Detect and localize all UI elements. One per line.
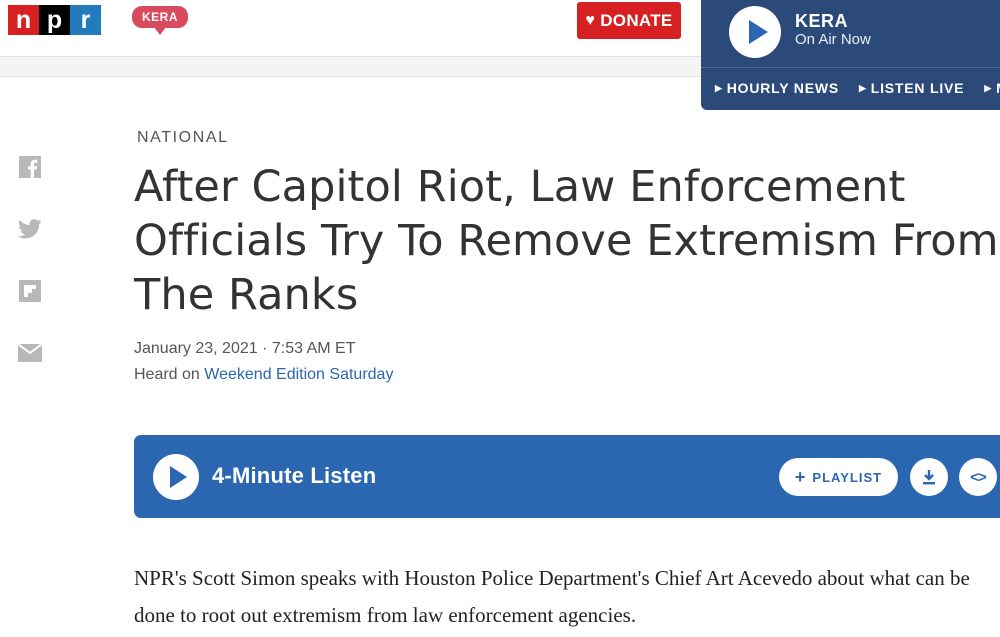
more-link-label: M [996, 80, 1000, 96]
embed-button[interactable]: <> [959, 458, 997, 496]
hourly-news-link[interactable]: ▶ HOURLY NEWS [715, 80, 839, 96]
heard-on-line: Heard on Weekend Edition Saturday [134, 366, 393, 384]
audio-title: 4-Minute Listen [212, 463, 377, 488]
player-divider [701, 67, 1000, 68]
npr-logo-p: p [39, 5, 70, 35]
article-teaser: NPR's Scott Simon speaks with Houston Po… [134, 566, 970, 627]
plus-icon: + [794, 467, 807, 487]
twitter-icon[interactable] [18, 217, 42, 241]
facebook-icon[interactable] [18, 155, 42, 179]
section-kicker[interactable]: NATIONAL [137, 129, 229, 147]
on-air-station: KERA [795, 11, 849, 31]
audio-module: 4-Minute Listen + PLAYLIST <> [134, 435, 1000, 518]
donate-label: DONATE [600, 10, 673, 30]
on-air-player: KERA On Air Now ▶ HOURLY NEWS ▶ LISTEN LIV… [701, 0, 1000, 110]
npr-logo[interactable]: n p r [8, 5, 101, 35]
article-headline: After Capitol Riot, Law Enforcement Offi… [134, 162, 999, 320]
listen-live-label: LISTEN LIVE [870, 80, 965, 96]
npr-logo-n: n [8, 5, 39, 35]
donate-button[interactable]: ♥ DONATE [577, 2, 681, 39]
play-arrow-icon: ▶ [859, 83, 867, 93]
more-link[interactable]: ▶M [984, 80, 1000, 96]
play-arrow-icon: ▶ [715, 83, 723, 93]
on-air-status: On Air Now [795, 31, 871, 48]
heart-icon: ♥ [585, 11, 596, 29]
heard-on-prefix: Heard on [134, 366, 200, 383]
audio-play-button[interactable] [153, 454, 199, 500]
play-arrow-icon: ▶ [984, 83, 993, 93]
article-dateline: January 23, 2021 · 7:53 AM ET [134, 340, 356, 357]
add-to-playlist-button[interactable]: + PLAYLIST [779, 458, 898, 496]
live-play-button[interactable] [729, 6, 781, 58]
kera-station-logo[interactable]: KERA [132, 6, 188, 35]
program-link[interactable]: Weekend Edition Saturday [204, 366, 393, 383]
player-links: ▶HOURLY NEWS ▶LISTEN LIVE ▶M [715, 80, 1000, 96]
email-icon[interactable] [18, 341, 42, 365]
download-button[interactable] [910, 458, 948, 496]
code-icon: <> [970, 468, 987, 486]
flipboard-icon[interactable] [18, 279, 42, 303]
listen-live-link[interactable]: ▶ LISTEN LIVE [859, 80, 964, 96]
download-icon [923, 470, 935, 485]
hourly-news-label: HOURLY NEWS [726, 80, 839, 96]
playlist-label: PLAYLIST [812, 469, 883, 485]
npr-logo-r: r [70, 5, 101, 35]
